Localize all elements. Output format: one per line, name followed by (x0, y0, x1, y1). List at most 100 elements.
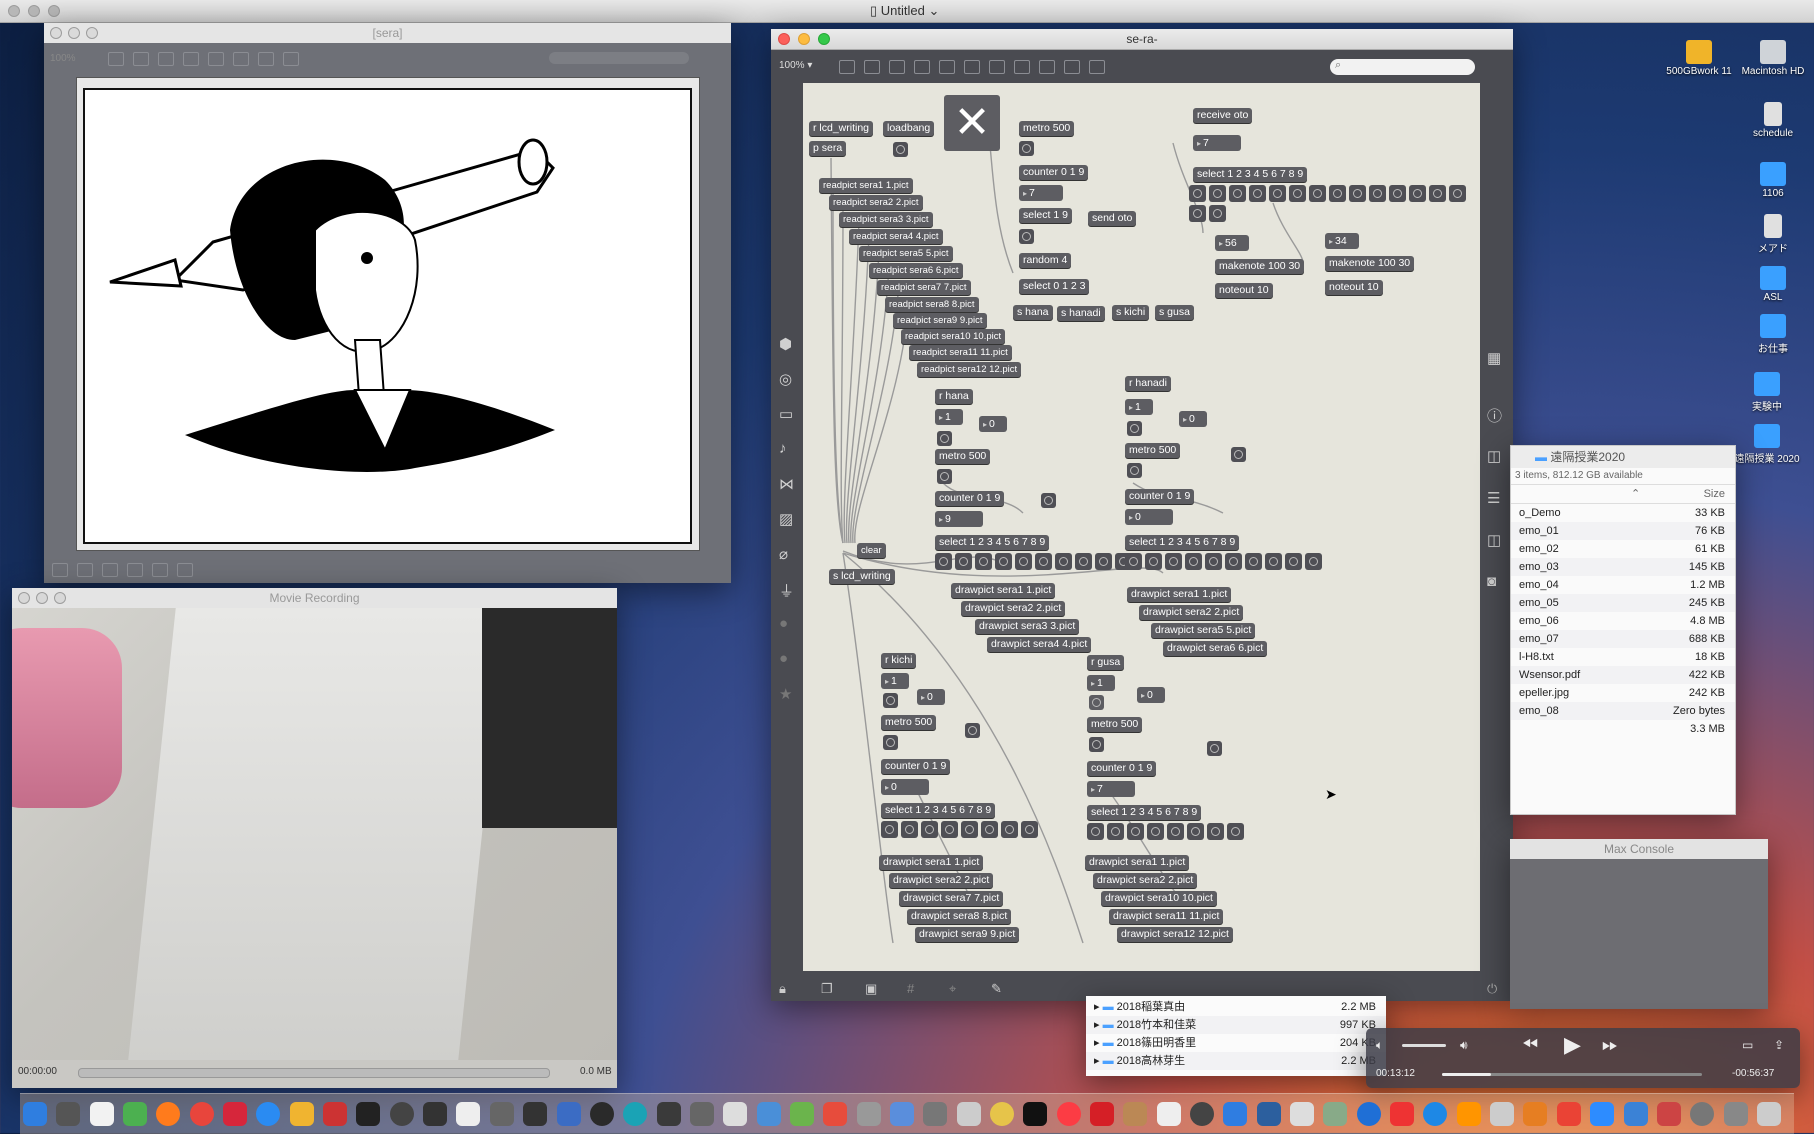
hanadi-metro[interactable]: metro 500 (1125, 443, 1181, 458)
obj-s-lcd-writing[interactable]: s lcd_writing (829, 569, 895, 584)
dock-app-icon[interactable] (323, 1102, 348, 1126)
dock-app-icon[interactable] (289, 1102, 314, 1126)
dock-app-icon[interactable] (1290, 1102, 1315, 1126)
list-item[interactable]: Wsensor.pdf 422 KB (1511, 666, 1735, 684)
firefox-dock-icon[interactable] (156, 1102, 181, 1126)
hana-counter[interactable]: counter 0 1 9 (935, 491, 1005, 506)
zoom-button[interactable] (86, 27, 98, 39)
grid-icon[interactable]: ▦ (1487, 349, 1501, 367)
hanadi-counter-value[interactable]: 0 (1125, 509, 1173, 525)
trash-dock-icon[interactable] (1756, 1102, 1781, 1126)
obj-select-oto[interactable]: select 1 2 3 4 5 6 7 8 9 (1193, 167, 1308, 182)
camera-icon[interactable]: ◙ (1487, 573, 1496, 590)
grid-toggle-icon[interactable]: # (907, 981, 914, 996)
readpict-1[interactable]: readpict sera1 1.pict (819, 178, 913, 193)
list-item[interactable]: ▸ ▬ 2018稲葉真由 2.2 MB (1086, 998, 1386, 1016)
minimize-button[interactable] (798, 33, 810, 45)
vlc-dock-icon[interactable] (1523, 1102, 1548, 1126)
obj-s-kichi[interactable]: s kichi (1112, 305, 1150, 320)
kichi-draw-3[interactable]: drawpict sera7 7.pict (899, 891, 1004, 906)
hana-metro-bang[interactable] (937, 469, 952, 484)
hanadi-draw-2[interactable]: drawpict sera2 2.pict (1139, 605, 1244, 620)
desktop-icon-schedule[interactable]: schedule (1718, 102, 1814, 139)
patcher-canvas[interactable]: r lcd_writing p sera loadbang ✕ metro 50… (803, 83, 1480, 971)
obj-s-hanadi[interactable]: s hanadi (1057, 306, 1105, 321)
close-button[interactable] (18, 592, 30, 604)
finder-dock-icon[interactable] (23, 1102, 47, 1126)
select-bang[interactable] (1019, 229, 1034, 244)
obj-r-kichi[interactable]: r kichi (881, 653, 917, 668)
counter-number[interactable]: 7 (1019, 185, 1063, 201)
readpict-2[interactable]: readpict sera2 2.pict (829, 195, 923, 210)
gusa-num-1[interactable]: 1 (1087, 675, 1115, 691)
power-icon[interactable]: ⏻ (1487, 981, 1497, 997)
playback-progress[interactable] (1442, 1073, 1702, 1076)
hana-num-1[interactable]: 1 (935, 409, 963, 425)
wrench-icon[interactable]: ✎ (991, 981, 1002, 997)
zoom-dock-icon[interactable] (1590, 1102, 1615, 1126)
list-item[interactable]: emo_08 Zero bytes (1511, 702, 1735, 720)
search-field[interactable] (549, 52, 689, 64)
hanadi-select[interactable]: select 1 2 3 4 5 6 7 8 9 (1125, 535, 1240, 550)
list-item[interactable]: 3.3 MB (1511, 720, 1735, 738)
safari-dock-icon[interactable] (256, 1102, 281, 1126)
readpict-12[interactable]: readpict sera12 12.pict (917, 362, 1022, 377)
hanadi-toggle[interactable] (1127, 421, 1142, 436)
kichi-metro[interactable]: metro 500 (881, 715, 937, 730)
oto-number[interactable]: 7 (1193, 135, 1241, 151)
gusa-draw-2[interactable]: drawpict sera2 2.pict (1093, 873, 1198, 888)
plug-icon[interactable]: ⏚ (779, 580, 794, 601)
readpict-7[interactable]: readpict sera7 7.pict (877, 280, 971, 295)
obj-makenote-2[interactable]: makenote 100 30 (1325, 256, 1415, 271)
readpict-8[interactable]: readpict sera8 8.pict (885, 297, 979, 312)
dock-app-icon[interactable] (556, 1102, 581, 1126)
hanadi-num-0[interactable]: 0 (1179, 411, 1207, 427)
hana-bang-row[interactable] (935, 553, 1135, 571)
dock-app-icon[interactable] (423, 1102, 448, 1126)
hanadi-draw-3[interactable]: drawpict sera5 5.pict (1151, 623, 1256, 638)
desktop-icon-jikkenchu[interactable]: 実験中 (1712, 372, 1814, 413)
obj-random[interactable]: random 4 (1019, 253, 1072, 268)
hana-draw-1[interactable]: drawpict sera1 1.pict (951, 583, 1056, 598)
hana-toggle[interactable] (937, 431, 952, 446)
disclosure-icon[interactable]: ▸ (1094, 1055, 1100, 1067)
zoom-button[interactable] (54, 592, 66, 604)
dock-app-icon[interactable] (689, 1102, 714, 1126)
dock-app-icon[interactable] (823, 1102, 848, 1126)
readpict-9[interactable]: readpict sera9 9.pict (893, 313, 987, 328)
kichi-num-0[interactable]: 0 (917, 689, 945, 705)
obj-s-gusa[interactable]: s gusa (1155, 305, 1194, 320)
list-item[interactable]: l-H8.txt 18 KB (1511, 648, 1735, 666)
list-item[interactable]: emo_01 76 KB (1511, 522, 1735, 540)
list-item[interactable]: emo_07 688 KB (1511, 630, 1735, 648)
docs-icon[interactable]: ◫ (1487, 531, 1501, 549)
dock-app-icon[interactable] (1190, 1102, 1215, 1126)
dock-app-icon[interactable] (923, 1102, 948, 1126)
dock-app-icon[interactable] (1256, 1102, 1281, 1126)
close-button[interactable] (778, 33, 790, 45)
gusa-bang-row[interactable] (1087, 823, 1247, 841)
gusa-metro[interactable]: metro 500 (1087, 717, 1143, 732)
obj-r-hana[interactable]: r hana (935, 389, 973, 404)
info-icon[interactable]: ⓘ (1487, 405, 1502, 426)
hanadi-side-bang[interactable] (1231, 447, 1246, 462)
list-item[interactable]: emo_06 4.8 MB (1511, 612, 1735, 630)
disclosure-icon[interactable]: ▸ (1094, 1001, 1100, 1013)
kichi-select[interactable]: select 1 2 3 4 5 6 7 8 9 (881, 803, 996, 818)
dock-app-icon[interactable] (1156, 1102, 1181, 1126)
disclosure-icon[interactable]: ▸ (1094, 1037, 1100, 1049)
image-icon[interactable]: ▨ (779, 510, 793, 528)
kichi-side-bang[interactable] (965, 723, 980, 738)
desktop-icon-macintosh-hd[interactable]: Macintosh HD (1718, 40, 1814, 77)
airplay-icon[interactable]: ▭ (1742, 1038, 1753, 1052)
dock-app-icon[interactable] (889, 1102, 914, 1126)
close-toggle-icon[interactable]: ✕ (944, 95, 1000, 151)
readpict-5[interactable]: readpict sera5 5.pict (859, 246, 953, 261)
dock-app-icon[interactable] (56, 1102, 81, 1126)
minimize-button[interactable] (36, 592, 48, 604)
dock-app-icon[interactable] (89, 1102, 114, 1126)
close-button[interactable] (8, 5, 20, 17)
hana-metro[interactable]: metro 500 (935, 449, 991, 464)
dock-app-icon[interactable] (523, 1102, 548, 1126)
vivaldi-dock-icon[interactable] (223, 1102, 248, 1126)
